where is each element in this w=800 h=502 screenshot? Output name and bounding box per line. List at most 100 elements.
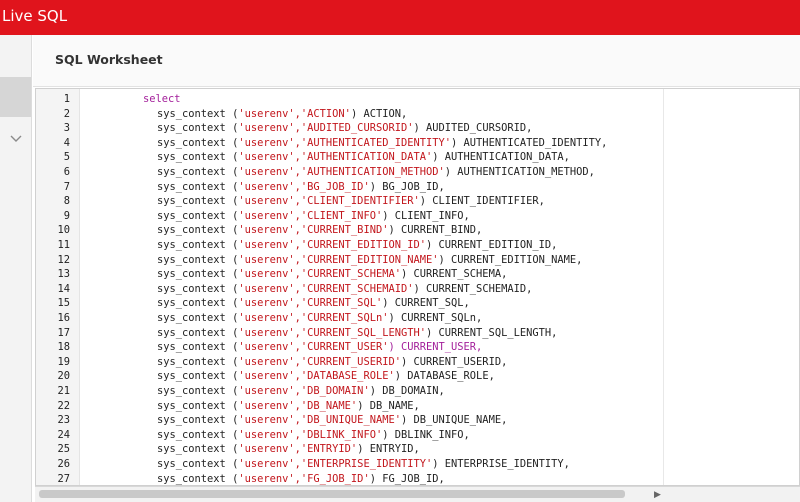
code-line[interactable]: 18 sys_context ('userenv','CURRENT_USER')…: [36, 340, 799, 355]
string-literal: 'userenv','DB_DOMAIN': [238, 385, 370, 397]
function-call: sys_context (: [157, 297, 239, 310]
code-text: sys_context ('userenv','CURRENT_SCHEMA')…: [157, 267, 507, 282]
function-call: sys_context (: [157, 458, 239, 470]
string-literal: 'userenv','DATABASE_ROLE': [238, 370, 395, 383]
string-literal: 'userenv','AUTHENTICATION_DATA': [238, 151, 433, 164]
chevron-down-icon[interactable]: [8, 133, 24, 145]
line-number: 12: [57, 253, 70, 266]
sql-editor[interactable]: 1 select 2 sys_context ('userenv','ACTION')…: [35, 88, 800, 486]
code-line[interactable]: 10 sys_context ('userenv','CURRENT_BIND')…: [36, 223, 799, 238]
function-call: sys_context (: [157, 414, 239, 427]
code-line[interactable]: 17 sys_context ('userenv','CURRENT_SQL_LE…: [36, 326, 799, 341]
horizontal-scrollbar[interactable]: ▶: [35, 486, 800, 502]
function-call: sys_context (: [157, 122, 239, 135]
line-number: 6: [63, 166, 70, 178]
column-alias: ) CLIENT_IDENTIFIER,: [419, 195, 545, 208]
code-line[interactable]: 12 sys_context ('userenv','CURRENT_EDITIO…: [36, 253, 799, 268]
column-alias: ) AUTHENTICATED_IDENTITY,: [451, 136, 608, 149]
code-line[interactable]: 22 sys_context ('userenv','DB_NAME') DB_N…: [36, 399, 799, 414]
column-alias: ) CURRENT_USERID,: [400, 355, 508, 368]
worksheet-header: SQL Worksheet: [33, 35, 800, 87]
line-number: 27: [57, 472, 70, 485]
code-line[interactable]: 16 sys_context ('userenv','CURRENT_SQLn')…: [36, 311, 799, 326]
string-literal: 'userenv','DB_UNIQUE_NAME': [238, 414, 401, 427]
column-alias: ) CURRENT_SCHEMA,: [400, 268, 508, 281]
string-literal: 'userenv','CLIENT_INFO': [238, 209, 383, 222]
function-call: sys_context (: [157, 239, 239, 251]
code-line[interactable]: 13 sys_context ('userenv','CURRENT_SCHEMA…: [36, 267, 799, 282]
column-alias: ) AUDITED_CURSORID,: [413, 122, 533, 135]
code-line[interactable]: 4 sys_context ('userenv','AUTHENTICATED_I…: [36, 136, 799, 151]
function-call: sys_context (: [157, 370, 239, 383]
line-number: 5: [63, 151, 70, 164]
top-bar: Live SQL: [0, 0, 800, 35]
function-call: sys_context (: [157, 253, 239, 266]
line-number: 18: [57, 341, 70, 354]
nav-item-selected[interactable]: [0, 77, 31, 117]
code-line[interactable]: 14 sys_context ('userenv','CURRENT_SCHEMA…: [36, 282, 799, 297]
code-text: sys_context ('userenv','DATABASE_ROLE') …: [157, 369, 495, 384]
code-line[interactable]: 26 sys_context ('userenv','ENTERPRISE_IDE…: [36, 457, 799, 472]
line-number: 2: [63, 107, 70, 120]
column-alias: ) CURRENT_BIND,: [388, 224, 483, 237]
code-text: sys_context ('userenv','AUTHENTICATION_D…: [157, 150, 570, 165]
line-number: 3: [63, 122, 70, 135]
line-number: 19: [57, 355, 70, 368]
code-line[interactable]: 6 sys_context ('userenv','AUTHENTICATION_…: [36, 165, 799, 180]
code-line[interactable]: 27 sys_context ('userenv','FG_JOB_ID') FG…: [36, 472, 799, 485]
function-call: sys_context (: [157, 385, 239, 397]
column-alias: ) DB_DOMAIN,: [369, 385, 445, 397]
code-line[interactable]: 19 sys_context ('userenv','CURRENT_USERID…: [36, 355, 799, 370]
column-alias: ) DBLINK_INFO,: [382, 428, 470, 441]
column-alias: ) ENTRYID,: [357, 443, 420, 456]
code-line[interactable]: 1 select: [36, 92, 799, 107]
code-line[interactable]: 8 sys_context ('userenv','CLIENT_IDENTIFI…: [36, 194, 799, 209]
string-literal: 'userenv','CURRENT_EDITION_ID': [238, 239, 426, 251]
column-alias: ) CURRENT_USER,: [388, 341, 483, 354]
column-alias: ) DATABASE_ROLE,: [394, 370, 495, 383]
code-text: sys_context ('userenv','CURRENT_SCHEMAID…: [157, 282, 532, 297]
function-call: sys_context (: [157, 209, 239, 222]
line-number: 21: [57, 385, 70, 397]
function-call: sys_context (: [157, 107, 239, 120]
column-alias: ) CURRENT_SCHEMAID,: [413, 282, 533, 295]
string-literal: 'userenv','ACTION': [238, 107, 351, 120]
code-line[interactable]: 5 sys_context ('userenv','AUTHENTICATION_…: [36, 150, 799, 165]
function-call: sys_context (: [157, 443, 239, 456]
line-number: 25: [57, 443, 70, 456]
code-line[interactable]: 23 sys_context ('userenv','DB_UNIQUE_NAME…: [36, 413, 799, 428]
code-text: sys_context ('userenv','BG_JOB_ID') BG_J…: [157, 180, 445, 195]
code-line[interactable]: 3 sys_context ('userenv','AUDITED_CURSORI…: [36, 121, 799, 136]
code-line[interactable]: 11 sys_context ('userenv','CURRENT_EDITIO…: [36, 238, 799, 253]
code-text: sys_context ('userenv','DB_NAME') DB_NAM…: [157, 399, 420, 414]
string-literal: 'userenv','CURRENT_SQLn': [238, 312, 389, 324]
code-line[interactable]: 20 sys_context ('userenv','DATABASE_ROLE'…: [36, 369, 799, 384]
page-title: SQL Worksheet: [55, 52, 163, 67]
code-text: sys_context ('userenv','FG_JOB_ID') FG_J…: [157, 472, 445, 485]
string-literal: 'userenv','ENTERPRISE_IDENTITY': [238, 458, 433, 470]
column-alias: ) AUTHENTICATION_METHOD,: [444, 166, 595, 178]
code-line[interactable]: 21 sys_context ('userenv','DB_DOMAIN') DB…: [36, 384, 799, 399]
code-text: sys_context ('userenv','ACTION') ACTION,: [157, 107, 407, 122]
code-line[interactable]: 15 sys_context ('userenv','CURRENT_SQL') …: [36, 296, 799, 311]
column-alias: ) CURRENT_SQLn,: [388, 312, 483, 324]
string-literal: 'userenv','DB_NAME': [238, 399, 358, 412]
function-call: sys_context (: [157, 428, 239, 441]
line-number: 20: [57, 370, 70, 383]
column-alias: ) CURRENT_EDITION_ID,: [426, 239, 558, 251]
string-literal: 'userenv','CURRENT_SCHEMAID': [238, 282, 414, 295]
line-number: 9: [63, 209, 70, 222]
code-line[interactable]: 7 sys_context ('userenv','BG_JOB_ID') BG_…: [36, 180, 799, 195]
string-literal: 'userenv','ENTRYID': [238, 443, 358, 456]
string-literal: 'userenv','DBLINK_INFO': [238, 428, 383, 441]
line-number: 7: [63, 180, 70, 193]
sql-keyword: select: [143, 93, 181, 105]
line-number: 1: [63, 93, 70, 105]
code-line[interactable]: 2 sys_context ('userenv','ACTION') ACTION…: [36, 107, 799, 122]
code-line[interactable]: 25 sys_context ('userenv','ENTRYID') ENTR…: [36, 442, 799, 457]
scroll-right-arrow-icon[interactable]: ▶: [654, 489, 661, 500]
function-call: sys_context (: [157, 282, 239, 295]
code-line[interactable]: 24 sys_context ('userenv','DBLINK_INFO') …: [36, 428, 799, 443]
code-line[interactable]: 9 sys_context ('userenv','CLIENT_INFO') C…: [36, 209, 799, 224]
scrollbar-thumb[interactable]: [39, 490, 625, 498]
